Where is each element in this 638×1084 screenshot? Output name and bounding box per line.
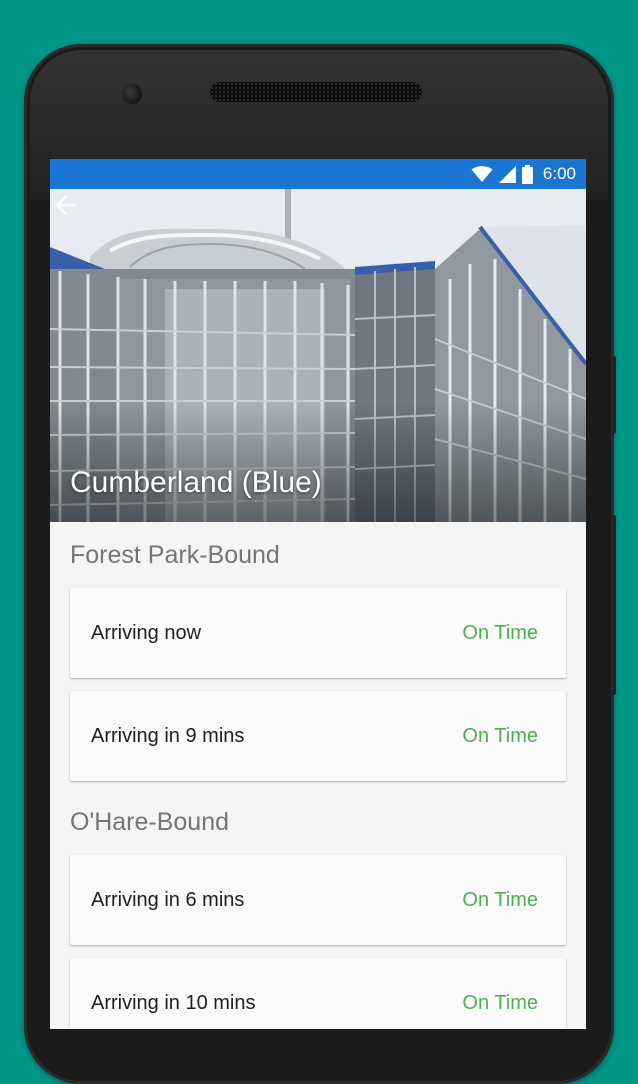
status-icons: 6:00 bbox=[471, 164, 576, 184]
front-camera bbox=[122, 84, 142, 104]
arrow-back-icon[interactable] bbox=[50, 189, 82, 221]
volume-button bbox=[612, 356, 616, 434]
cell-signal-icon bbox=[498, 165, 516, 183]
section-title-ohare: O'Hare-Bound bbox=[70, 808, 230, 836]
status-time: 6:00 bbox=[542, 164, 576, 183]
arrival-status: On Time bbox=[462, 991, 538, 1014]
arrival-time: Arriving in 6 mins bbox=[91, 888, 245, 911]
arrival-card[interactable]: Arriving in 10 mins On Time bbox=[70, 958, 566, 1029]
header-gradient bbox=[50, 402, 586, 522]
station-title: Cumberland (Blue) bbox=[70, 466, 322, 499]
station-photo-header: Cumberland (Blue) bbox=[50, 189, 586, 522]
status-bar: 6:00 bbox=[50, 159, 586, 189]
power-button bbox=[612, 515, 616, 695]
arrival-card[interactable]: Arriving in 6 mins On Time bbox=[70, 855, 566, 945]
arrivals-list: Forest Park-Bound Arriving now On Time A… bbox=[50, 522, 586, 1029]
app-screen: 6:00 Cumberland (Blue) Forest Park-Bound… bbox=[50, 159, 586, 1029]
arrival-status: On Time bbox=[462, 724, 538, 747]
section-title-forest-park: Forest Park-Bound bbox=[70, 541, 280, 569]
arrival-time: Arriving now bbox=[91, 621, 202, 644]
earpiece-speaker bbox=[210, 82, 422, 102]
arrival-status: On Time bbox=[462, 621, 538, 644]
arrival-card[interactable]: Arriving now On Time bbox=[70, 588, 566, 678]
arrival-card[interactable]: Arriving in 9 mins On Time bbox=[70, 691, 566, 781]
arrival-time: Arriving in 9 mins bbox=[91, 724, 245, 747]
wifi-icon bbox=[471, 165, 493, 182]
battery-icon bbox=[521, 164, 533, 184]
arrival-status: On Time bbox=[462, 888, 538, 911]
arrival-time: Arriving in 10 mins bbox=[91, 991, 256, 1014]
